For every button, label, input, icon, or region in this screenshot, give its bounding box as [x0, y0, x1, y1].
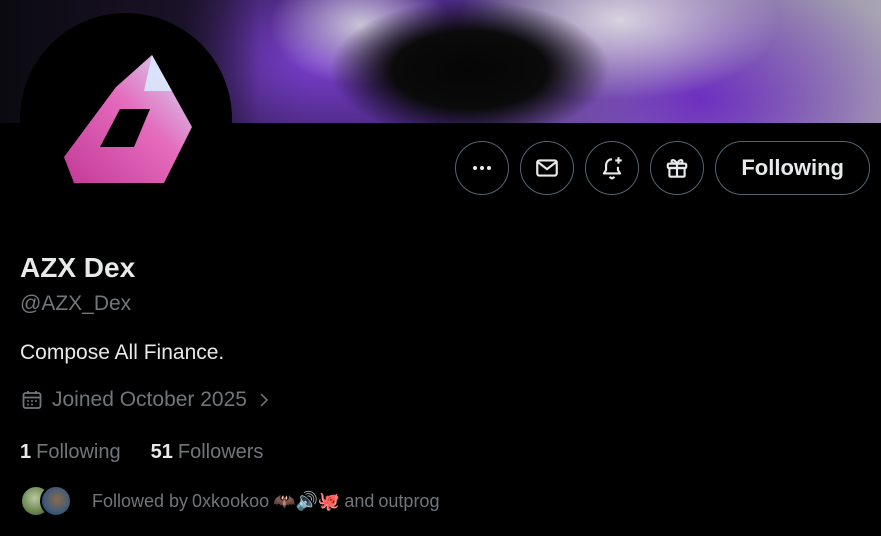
calendar-icon	[22, 391, 42, 409]
followed-by-text: Followed by 0xkookoo 🦇🔊🐙 and outprog	[92, 491, 439, 512]
following-count: 1	[20, 441, 32, 463]
profile-bio: Compose All Finance.	[20, 341, 225, 364]
mail-icon	[536, 159, 559, 177]
profile-stats: 1 Following 51 Followers	[20, 441, 263, 464]
followed-by-emojis: 🦇🔊🐙	[273, 490, 341, 512]
more-button[interactable]	[455, 141, 510, 195]
bell-plus-icon	[603, 157, 623, 180]
followed-by-prefix: Followed by	[92, 490, 189, 511]
followed-by-user2: outprog	[378, 490, 440, 511]
azx-logo-icon	[64, 55, 192, 183]
profile-handle: @AZX_Dex	[20, 292, 132, 315]
chevron-right-icon	[260, 393, 269, 407]
more-icon	[473, 166, 492, 170]
followers-link[interactable]: 51 Followers	[151, 441, 264, 464]
profile-avatar[interactable]	[20, 13, 232, 225]
following-button[interactable]: Following	[715, 141, 870, 195]
profile-actions: Following	[455, 141, 870, 195]
followers-count: 51	[150, 441, 173, 463]
profile-name: AZX Dex	[20, 252, 136, 283]
message-button[interactable]	[520, 141, 575, 195]
followed-by-user1: 0xkookoo	[192, 490, 270, 511]
notify-button[interactable]	[585, 141, 640, 195]
followed-by-connector: and	[344, 490, 375, 511]
joined-date[interactable]: Joined October 2025	[20, 388, 273, 412]
following-link[interactable]: 1 Following	[20, 441, 121, 464]
following-label: Following	[36, 441, 121, 463]
followers-label: Followers	[177, 441, 264, 463]
gift-button[interactable]	[650, 141, 705, 195]
followed-by[interactable]: Followed by 0xkookoo 🦇🔊🐙 and outprog	[20, 485, 439, 517]
follower-avatar	[40, 485, 72, 517]
gift-icon	[667, 159, 688, 178]
joined-text: Joined October 2025	[52, 388, 247, 411]
